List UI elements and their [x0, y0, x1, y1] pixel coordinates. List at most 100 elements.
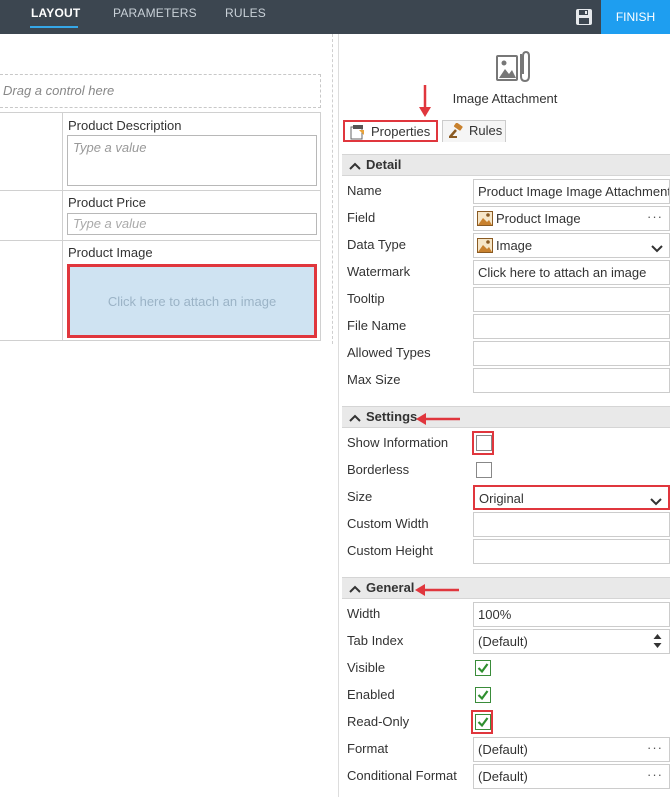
- property-row: Watermark Click here to attach an image: [342, 259, 670, 286]
- tooltip-input[interactable]: [473, 287, 670, 312]
- chevron-down-icon: [651, 241, 663, 253]
- property-row: Tooltip: [342, 286, 670, 313]
- active-tab-indicator: [30, 26, 78, 28]
- format-value: (Default): [478, 742, 528, 757]
- property-row: Data Type Image: [342, 232, 670, 259]
- visible-checkbox[interactable]: [475, 660, 491, 676]
- format-label: Format: [347, 741, 389, 756]
- property-row: Enabled: [342, 682, 670, 709]
- section-detail[interactable]: Detail: [342, 154, 670, 176]
- property-row: Custom Width: [342, 511, 670, 538]
- more-options-icon[interactable]: ···: [647, 767, 663, 782]
- section-detail-title: Detail: [366, 157, 402, 172]
- finish-button[interactable]: FINISH: [601, 0, 670, 34]
- tab-index-value: (Default): [478, 634, 528, 649]
- field-picker[interactable]: Product Image ···: [473, 206, 670, 231]
- section-general[interactable]: General: [342, 577, 670, 599]
- drop-zone[interactable]: Drag a control here: [0, 74, 321, 108]
- product-price-input[interactable]: Type a value: [67, 213, 317, 235]
- property-row: Field Product Image ···: [342, 205, 670, 232]
- size-label: Size: [347, 489, 373, 504]
- property-row: Custom Height: [342, 538, 670, 565]
- read-only-checkbox[interactable]: [475, 714, 491, 730]
- conditional-format-value: (Default): [478, 769, 528, 784]
- watermark-label: Watermark: [347, 264, 411, 279]
- field-value: Product Image: [496, 211, 581, 226]
- size-select[interactable]: Original: [473, 485, 670, 510]
- field-label: Field: [347, 210, 376, 225]
- width-label: Width: [347, 606, 381, 621]
- visible-label: Visible: [347, 660, 386, 675]
- more-options-icon[interactable]: ···: [647, 740, 663, 755]
- property-row: Conditional Format (Default) ···: [342, 763, 670, 790]
- max-size-label: Max Size: [347, 372, 401, 387]
- max-size-input[interactable]: [473, 368, 670, 393]
- section-settings-title: Settings: [366, 409, 418, 424]
- image-attachment-control[interactable]: Click here to attach an image: [67, 264, 317, 338]
- form-table: Product Description Type a value Product…: [0, 112, 321, 341]
- format-picker[interactable]: (Default) ···: [473, 737, 670, 762]
- watermark-input[interactable]: Click here to attach an image: [473, 260, 670, 285]
- property-row: Size Original: [342, 484, 670, 511]
- custom-height-input[interactable]: [473, 539, 670, 564]
- more-options-icon[interactable]: ···: [647, 209, 663, 224]
- property-row: Allowed Types: [342, 340, 670, 367]
- property-row: File Name: [342, 313, 670, 340]
- size-value: Original: [479, 491, 524, 506]
- gavel-icon: [448, 122, 464, 139]
- save-icon[interactable]: [575, 8, 593, 26]
- tab-rules-panel[interactable]: Rules: [442, 120, 506, 142]
- form-canvas: Drag a control here Product Description …: [0, 34, 338, 797]
- property-row: Max Size: [342, 367, 670, 394]
- allowed-types-input[interactable]: [473, 341, 670, 366]
- section-general-title: General: [366, 580, 415, 595]
- property-row: Borderless: [342, 457, 670, 484]
- image-attachment-icon: [495, 48, 531, 84]
- properties-icon: [350, 124, 366, 140]
- show-information-checkbox[interactable]: [476, 435, 492, 451]
- enabled-checkbox[interactable]: [475, 687, 491, 703]
- custom-width-input[interactable]: [473, 512, 670, 537]
- property-row: Name Product Image Image Attachment: [342, 178, 670, 205]
- spinner-arrows-icon[interactable]: [653, 633, 662, 649]
- name-label: Name: [347, 183, 382, 198]
- conditional-format-picker[interactable]: (Default) ···: [473, 764, 670, 789]
- section-settings[interactable]: Settings: [342, 406, 670, 428]
- enabled-label: Enabled: [347, 687, 395, 702]
- product-price-label: Product Price: [68, 195, 147, 210]
- image-attachment-text: Click here to attach an image: [107, 293, 277, 309]
- tab-layout[interactable]: LAYOUT: [31, 6, 80, 28]
- width-input[interactable]: 100%: [473, 602, 670, 627]
- tab-rules-label: Rules: [469, 123, 503, 138]
- borderless-checkbox[interactable]: [476, 462, 492, 478]
- tab-properties[interactable]: Properties: [343, 120, 438, 142]
- property-row: Visible: [342, 655, 670, 682]
- file-name-input[interactable]: [473, 314, 670, 339]
- property-row: Tab Index (Default): [342, 628, 670, 655]
- property-row: Format (Default) ···: [342, 736, 670, 763]
- show-information-label: Show Information: [347, 435, 449, 450]
- file-name-label: File Name: [347, 318, 407, 333]
- annotation-arrow-down: [417, 85, 433, 119]
- annotation-arrow-left: [415, 582, 461, 596]
- name-input[interactable]: Product Image Image Attachment: [473, 179, 670, 204]
- borderless-label: Borderless: [347, 462, 410, 477]
- conditional-format-label: Conditional Format: [347, 768, 457, 783]
- data-type-select[interactable]: Image: [473, 233, 670, 258]
- image-field-icon: [477, 211, 493, 226]
- tab-properties-label: Properties: [371, 124, 431, 139]
- row-divider: [0, 190, 320, 191]
- tab-rules[interactable]: RULES: [225, 6, 266, 28]
- chevron-up-icon: [349, 581, 361, 593]
- product-description-input[interactable]: Type a value: [67, 135, 317, 186]
- read-only-label: Read-Only: [347, 714, 410, 729]
- custom-height-label: Custom Height: [347, 543, 433, 558]
- property-row: Width 100%: [342, 601, 670, 628]
- chevron-up-icon: [349, 410, 361, 422]
- tab-parameters[interactable]: PARAMETERS: [113, 6, 197, 28]
- top-toolbar: LAYOUT PARAMETERS RULES FINISH: [0, 0, 670, 34]
- tab-index-stepper[interactable]: (Default): [473, 629, 670, 654]
- custom-width-label: Custom Width: [347, 516, 429, 531]
- allowed-types-label: Allowed Types: [347, 345, 431, 360]
- chevron-down-icon: [650, 494, 662, 506]
